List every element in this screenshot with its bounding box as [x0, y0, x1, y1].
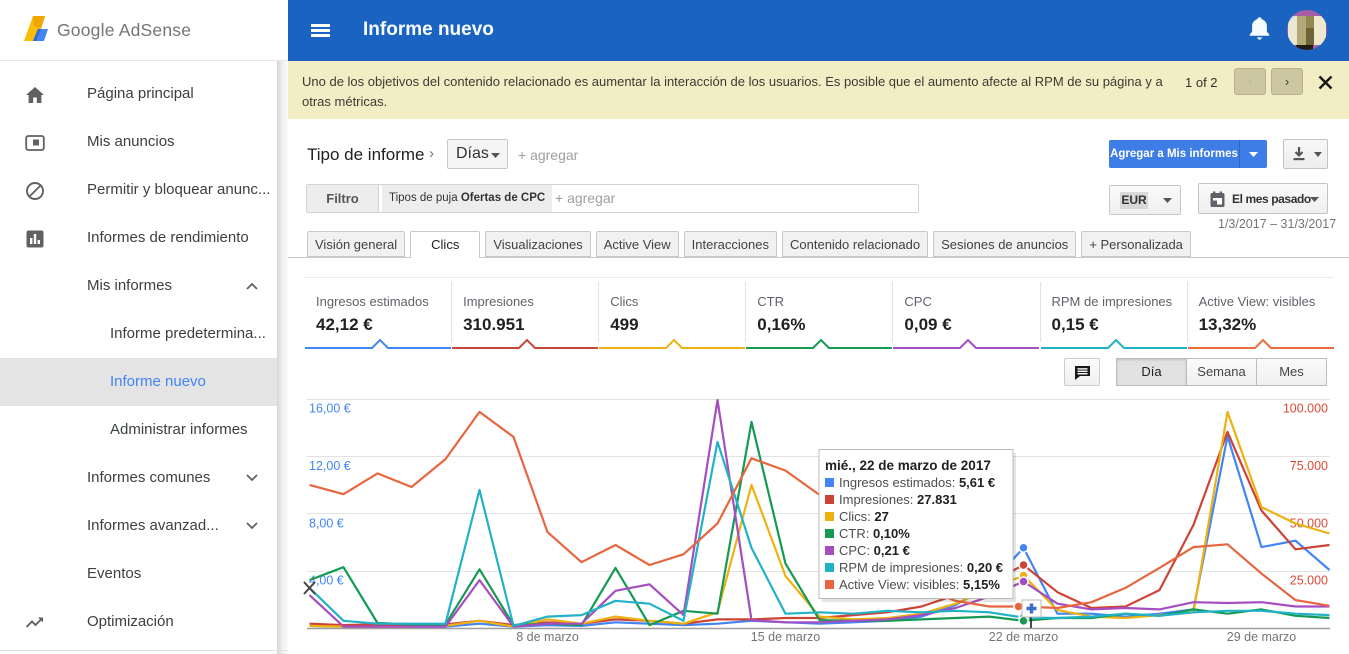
svg-text:100.000: 100.000 — [1283, 402, 1328, 416]
svg-text:8 de marzo: 8 de marzo — [516, 630, 579, 644]
svg-text:16,00 €: 16,00 € — [309, 402, 351, 416]
svg-text:Active View: visibles: 5,15%: Active View: visibles: 5,15% — [839, 577, 1000, 592]
svg-text:8,00 €: 8,00 € — [309, 516, 344, 530]
svg-text:CTR: 0,10%: CTR: 0,10% — [839, 526, 910, 541]
svg-text:29 de marzo: 29 de marzo — [1227, 630, 1297, 644]
svg-text:mié., 22 de marzo de 2017: mié., 22 de marzo de 2017 — [825, 458, 991, 473]
svg-text:Ingresos estimados: 5,61 €: Ingresos estimados: 5,61 € — [839, 475, 995, 490]
svg-text:4,00 €: 4,00 € — [309, 574, 344, 588]
svg-text:22 de marzo: 22 de marzo — [989, 630, 1059, 644]
svg-text:12,00 €: 12,00 € — [309, 459, 351, 473]
svg-text:CPC: 0,21 €: CPC: 0,21 € — [839, 543, 910, 558]
svg-text:25.000: 25.000 — [1290, 574, 1328, 588]
svg-text:75.000: 75.000 — [1290, 459, 1328, 473]
svg-text:Clics: 27: Clics: 27 — [839, 509, 889, 524]
svg-text:15 de marzo: 15 de marzo — [751, 630, 821, 644]
svg-text:RPM de impresiones: 0,20 €: RPM de impresiones: 0,20 € — [839, 560, 1003, 575]
svg-text:Impresiones: 27.831: Impresiones: 27.831 — [839, 492, 957, 507]
